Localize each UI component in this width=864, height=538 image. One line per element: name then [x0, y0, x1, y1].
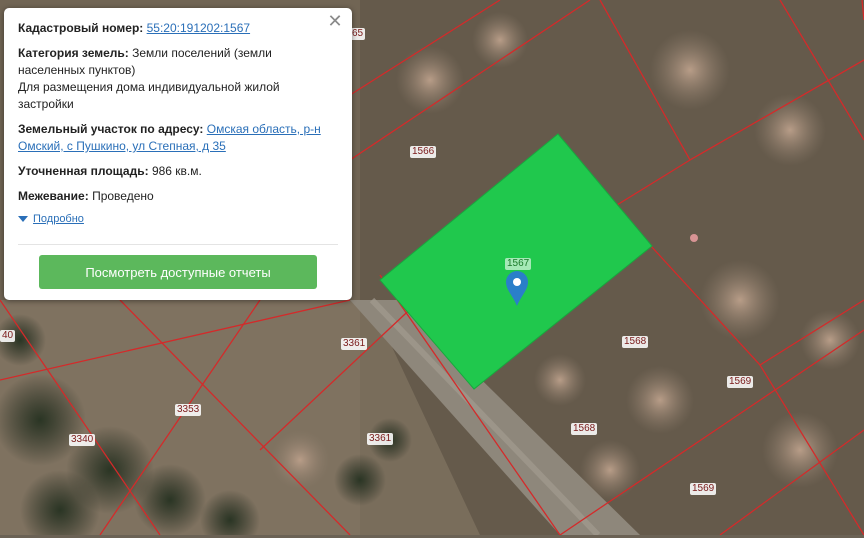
area-value: 986 кв.м. — [151, 164, 202, 178]
view-reports-button[interactable]: Посмотреть доступные отчеты — [39, 255, 317, 289]
parcel-label-1565: 65 — [350, 28, 366, 40]
survey-label: Межевание: — [18, 189, 89, 203]
parcel-label-3353: 3353 — [175, 404, 202, 416]
parcel-label-1569: 1569 — [690, 483, 717, 495]
close-icon[interactable]: ✕ — [326, 12, 344, 30]
details-link[interactable]: Подробно — [33, 213, 84, 225]
cadastral-number-link[interactable]: 55:20:191202:1567 — [147, 21, 250, 35]
details-toggle[interactable]: Подробно — [18, 213, 338, 225]
parcel-label-1568: 1568 — [571, 423, 598, 435]
survey-row: Межевание: Проведено — [18, 188, 338, 205]
land-usage-value: Для размещения дома индивидуальной жилой… — [18, 80, 280, 111]
parcel-label-3361: 3361 — [367, 433, 394, 445]
cadastral-number-row: Кадастровый номер: 55:20:191202:1567 — [18, 20, 338, 37]
address-row: Земельный участок по адресу: Омская обла… — [18, 121, 338, 155]
map-dot — [690, 234, 698, 242]
parcel-label-1567: 1567 — [505, 258, 532, 270]
parcel-label-40: 40 — [0, 330, 16, 342]
parcel-label-3340: 3340 — [69, 434, 96, 446]
popup-divider — [18, 244, 338, 245]
triangle-down-icon — [18, 216, 28, 222]
area-label: Уточненная площадь: — [18, 164, 149, 178]
parcel-label-1566: 1566 — [410, 146, 437, 158]
parcel-info-popup: ✕ Кадастровый номер: 55:20:191202:1567 К… — [4, 8, 352, 300]
land-category-label: Категория земель: — [18, 46, 129, 60]
survey-value: Проведено — [92, 189, 154, 203]
parcel-label-3361: 3361 — [341, 338, 368, 350]
cadastral-number-label: Кадастровый номер: — [18, 21, 144, 35]
land-category-row: Категория земель: Земли поселений (земли… — [18, 45, 338, 113]
parcel-label-1568: 1568 — [622, 336, 649, 348]
parcel-label-1569: 1569 — [727, 376, 754, 388]
address-label: Земельный участок по адресу: — [18, 122, 204, 136]
area-row: Уточненная площадь: 986 кв.м. — [18, 163, 338, 180]
